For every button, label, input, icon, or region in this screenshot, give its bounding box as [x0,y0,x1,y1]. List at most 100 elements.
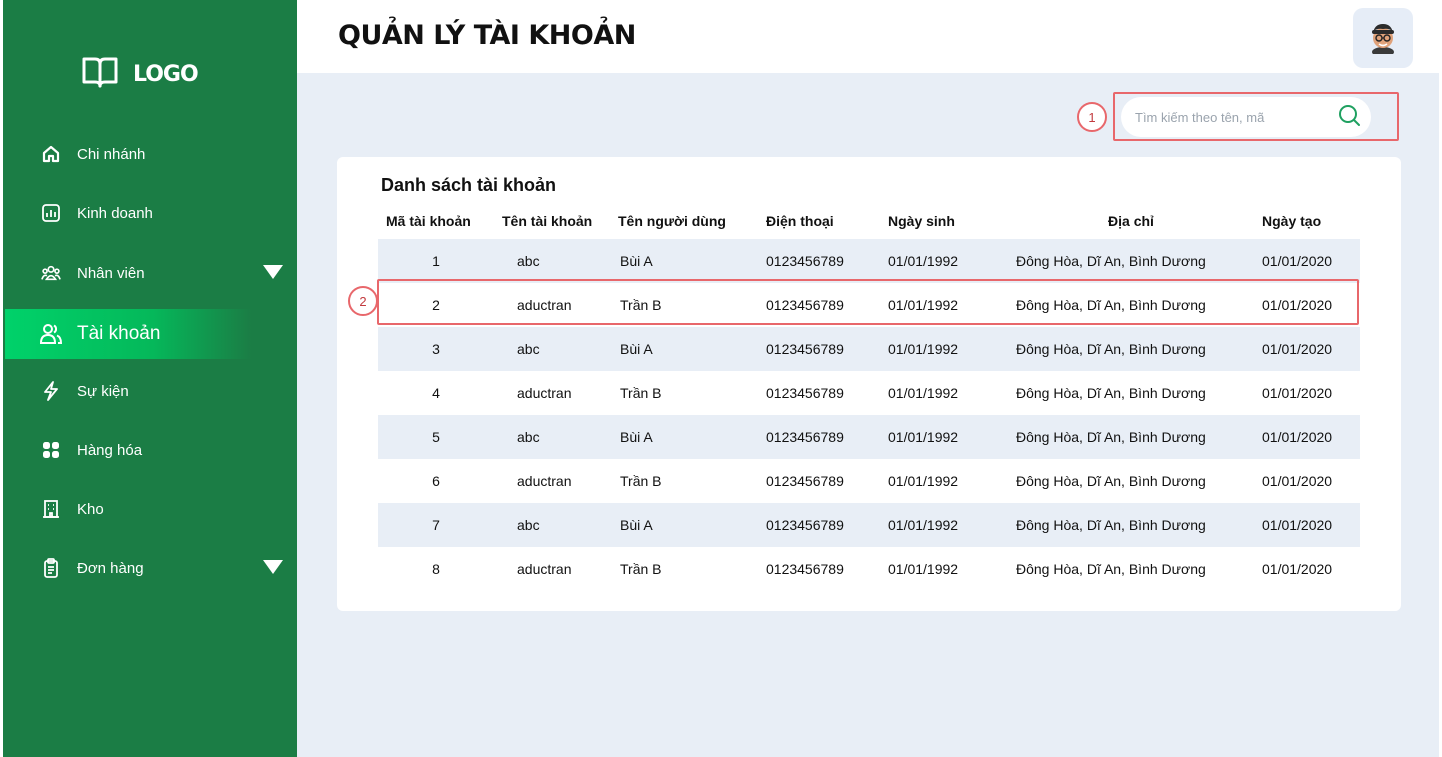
table-row[interactable]: 5 abc Bùi A 0123456789 01/01/1992 Đông Hòa, D… [378,415,1360,459]
sidebar-item-label: Sự kiện [77,382,129,400]
column-header[interactable]: Mã tài khoản [378,203,494,239]
table-row[interactable]: 3 abc Bùi A 0123456789 01/01/1992 Đông Hòa, D… [378,327,1360,371]
sidebar-item-label: Tài khoản [77,323,161,344]
header: QUẢN LÝ TÀI KHOẢN [297,0,1442,73]
table-row[interactable]: 4 aductran Trần B 0123456789 01/01/1992 Đông … [378,371,1360,415]
table-cell: Đông Hòa, Dĩ An, Bình Dương [1016,253,1206,269]
table-cell: Trần B [620,561,662,577]
search-box [1121,97,1371,137]
table-cell: 0123456789 [766,561,844,577]
chevron-down-icon[interactable] [263,560,283,574]
table-cell: 01/01/2020 [1262,385,1333,401]
table-row[interactable]: 1 abc Bùi A 0123456789 01/01/1992 Đông Hòa, D… [378,239,1360,283]
table-cell: 01/01/2020 [1262,429,1333,445]
table-cell: 3 [432,341,440,357]
table-cell: 0123456789 [766,429,844,445]
logo-text: LOGO [133,62,199,87]
callout-number-1: 1 [1077,102,1107,132]
table-cell: 5 [432,429,440,445]
column-header[interactable]: Ngày tạo [1254,203,1360,239]
sidebar-item-kinh-doanh[interactable]: Kinh doanh [3,188,297,238]
table-cell: Đông Hòa, Dĩ An, Bình Dương [1016,517,1206,533]
table-cell: 01/01/1992 [888,429,959,445]
search-input[interactable] [1135,109,1337,125]
table-cell: Trần B [620,385,662,401]
table-cell: 01/01/2020 [1262,341,1333,357]
sidebar-item-kho[interactable]: Kho [3,484,297,534]
logo[interactable]: LOGO [81,55,199,94]
table-row[interactable]: 8 aductran Trần B 0123456789 01/01/1992 Đông … [378,547,1360,591]
table-cell: 01/01/2020 [1262,473,1333,489]
grid-icon [39,438,63,462]
sidebar-item-tai-khoan[interactable]: Tài khoản [5,309,251,359]
table-cell: 01/01/1992 [888,253,959,269]
chart-icon [39,201,63,225]
callout-number-2: 2 [348,286,378,316]
sidebar-item-su-kien[interactable]: Sự kiện [3,366,297,416]
table-cell: 01/01/2020 [1262,517,1333,533]
table-cell: 0123456789 [766,473,844,489]
table-cell: abc [517,341,540,357]
table-cell: abc [517,429,540,445]
column-header[interactable]: Tên người dùng [618,203,758,239]
table-cell: Đông Hòa, Dĩ An, Bình Dương [1016,473,1206,489]
table-cell: aductran [517,561,572,577]
table-title: Danh sách tài khoản [381,175,557,195]
users-icon [39,261,63,285]
chevron-down-icon[interactable] [263,265,283,279]
table-cell: Đông Hòa, Dĩ An, Bình Dương [1016,385,1206,401]
table-cell: Trần B [620,473,662,489]
sidebar-item-label: Đơn hàng [77,559,144,577]
table-cell: 0123456789 [766,517,844,533]
table-cell: abc [517,253,540,269]
column-header[interactable]: Ngày sinh [880,203,1008,239]
sidebar: LOGO Chi nhánh Kinh doanh Nhân viên Tài … [3,0,297,757]
sidebar-item-label: Kinh doanh [77,204,153,222]
page-title: QUẢN LÝ TÀI KHOẢN [338,20,636,51]
table-cell: Đông Hòa, Dĩ An, Bình Dương [1016,561,1206,577]
table-cell: 4 [432,385,440,401]
table-cell: 01/01/1992 [888,385,959,401]
column-header[interactable]: Điện thoại [758,203,880,239]
table-cell: 0123456789 [766,253,844,269]
column-header[interactable]: Tên tài khoản [494,203,618,239]
account-list-card: Danh sách tài khoản Mã tài khoản Tên tài… [337,157,1401,611]
table-cell: aductran [517,385,572,401]
table-header-row: Mã tài khoản Tên tài khoản Tên người dùn… [378,203,1360,239]
table-row[interactable]: 7 abc Bùi A 0123456789 01/01/1992 Đông Hòa, D… [378,503,1360,547]
table-cell: Bùi A [620,429,653,445]
sidebar-item-label: Nhân viên [77,264,145,282]
table-row[interactable]: 6 aductran Trần B 0123456789 01/01/1992 Đông … [378,459,1360,503]
lightning-icon [39,379,63,403]
avatar-icon [1372,24,1394,54]
sidebar-item-chi-nhanh[interactable]: Chi nhánh [3,129,297,179]
table-cell: 01/01/1992 [888,341,959,357]
sidebar-item-hang-hoa[interactable]: Hàng hóa [3,425,297,475]
table-cell: aductran [517,473,572,489]
book-icon [81,55,119,94]
table-cell: 6 [432,473,440,489]
sidebar-item-label: Chi nhánh [77,145,146,163]
table-cell: 1 [432,253,440,269]
sidebar-item-don-hang[interactable]: Đơn hàng [3,543,297,593]
row-callout-box [377,279,1359,325]
table-cell: Bùi A [620,341,653,357]
table-cell: 8 [432,561,440,577]
account-icon [39,322,63,346]
table-cell: Đông Hòa, Dĩ An, Bình Dương [1016,429,1206,445]
table-cell: abc [517,517,540,533]
table-cell: 01/01/2020 [1262,561,1333,577]
building-icon [39,497,63,521]
column-header[interactable]: Địa chỉ [1008,203,1254,239]
table-cell: 0123456789 [766,385,844,401]
avatar[interactable] [1353,8,1413,68]
search-icon[interactable] [1337,103,1361,132]
table-cell: Đông Hòa, Dĩ An, Bình Dương [1016,341,1206,357]
clipboard-icon [39,556,63,580]
home-icon [39,142,63,166]
table-cell: Bùi A [620,517,653,533]
sidebar-item-label: Kho [77,500,104,518]
sidebar-item-nhan-vien[interactable]: Nhân viên [3,248,297,298]
account-table: Mã tài khoản Tên tài khoản Tên người dùn… [378,203,1360,591]
table-cell: 01/01/1992 [888,517,959,533]
